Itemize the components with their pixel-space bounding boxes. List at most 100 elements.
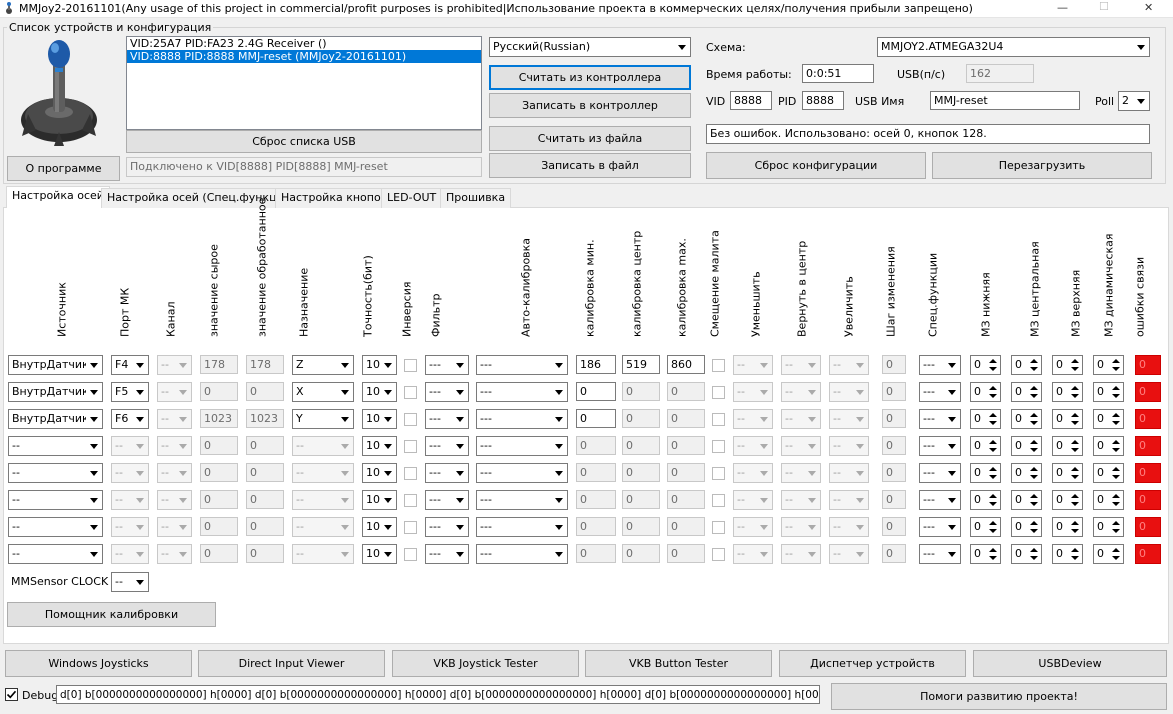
spinner-arrows-icon[interactable] bbox=[1069, 492, 1081, 508]
special-select[interactable]: --- bbox=[919, 355, 961, 375]
dz-center-spinner[interactable]: 0 bbox=[1011, 436, 1042, 456]
port-select[interactable]: F6 bbox=[111, 409, 149, 429]
offset-checkbox[interactable] bbox=[712, 386, 725, 399]
spinner-arrows-icon[interactable] bbox=[1069, 411, 1081, 427]
cal-center-field[interactable]: 0 bbox=[622, 382, 660, 401]
step-field[interactable]: 0 bbox=[882, 463, 906, 482]
dz-low-spinner[interactable]: 0 bbox=[970, 409, 1001, 429]
offset-checkbox[interactable] bbox=[712, 521, 725, 534]
source-select[interactable]: ВнутрДатчик bbox=[8, 355, 103, 375]
spinner-arrows-icon[interactable] bbox=[1028, 411, 1040, 427]
poll-select[interactable]: 2 bbox=[1118, 91, 1150, 111]
reset-usb-button[interactable]: Сброс списка USB bbox=[126, 130, 482, 153]
offset-checkbox[interactable] bbox=[712, 494, 725, 507]
dz-dynamic-spinner[interactable]: 0 bbox=[1093, 436, 1124, 456]
spinner-arrows-icon[interactable] bbox=[1069, 519, 1081, 535]
spinner-arrows-icon[interactable] bbox=[1110, 492, 1122, 508]
step-field[interactable]: 0 bbox=[882, 382, 906, 401]
autocal-select[interactable]: --- bbox=[476, 436, 568, 456]
help-project-button[interactable]: Помоги развитию проекта! bbox=[831, 683, 1167, 710]
bits-select[interactable]: 10 bbox=[362, 382, 397, 402]
spinner-arrows-icon[interactable] bbox=[987, 357, 999, 373]
write-controller-button[interactable]: Записать в контроллер bbox=[489, 93, 691, 118]
cal-max-field[interactable]: 0 bbox=[667, 490, 705, 509]
cal-min-field[interactable]: 0 bbox=[576, 463, 616, 482]
dz-center-spinner[interactable]: 0 bbox=[1011, 517, 1042, 537]
close-icon[interactable]: ✕ bbox=[1144, 1, 1153, 14]
decrease-select[interactable]: -- bbox=[733, 409, 773, 429]
spinner-arrows-icon[interactable] bbox=[987, 438, 999, 454]
center-select[interactable]: -- bbox=[781, 517, 821, 537]
bits-select[interactable]: 10 bbox=[362, 544, 397, 564]
assign-select[interactable]: Y bbox=[292, 409, 354, 429]
assign-select[interactable]: -- bbox=[292, 436, 354, 456]
cal-min-field[interactable]: 0 bbox=[576, 544, 616, 563]
autocal-select[interactable]: --- bbox=[476, 355, 568, 375]
invert-checkbox[interactable] bbox=[404, 440, 417, 453]
cal-max-field[interactable]: 0 bbox=[667, 463, 705, 482]
decrease-select[interactable]: -- bbox=[733, 436, 773, 456]
dz-high-spinner[interactable]: 0 bbox=[1052, 355, 1083, 375]
cal-max-field[interactable]: 0 bbox=[667, 436, 705, 455]
vkb-joystick-tester-button[interactable]: VKB Joystick Tester bbox=[392, 650, 579, 677]
assign-select[interactable]: -- bbox=[292, 463, 354, 483]
autocal-select[interactable]: --- bbox=[476, 463, 568, 483]
assign-select[interactable]: -- bbox=[292, 517, 354, 537]
bits-select[interactable]: 10 bbox=[362, 517, 397, 537]
invert-checkbox[interactable] bbox=[404, 359, 417, 372]
increase-select[interactable]: -- bbox=[829, 436, 869, 456]
spinner-arrows-icon[interactable] bbox=[987, 546, 999, 562]
filter-select[interactable]: --- bbox=[425, 517, 469, 537]
dz-high-spinner[interactable]: 0 bbox=[1052, 517, 1083, 537]
dz-dynamic-spinner[interactable]: 0 bbox=[1093, 517, 1124, 537]
tab-axes[interactable]: Настройка осей bbox=[6, 186, 110, 208]
source-select[interactable]: -- bbox=[8, 463, 103, 483]
device-manager-button[interactable]: Диспетчер устройств bbox=[779, 650, 966, 677]
channel-select[interactable]: -- bbox=[157, 409, 192, 429]
increase-select[interactable]: -- bbox=[829, 409, 869, 429]
port-select[interactable]: -- bbox=[111, 436, 149, 456]
dz-dynamic-spinner[interactable]: 0 bbox=[1093, 409, 1124, 429]
spinner-arrows-icon[interactable] bbox=[1028, 519, 1040, 535]
cal-min-field[interactable]: 186 bbox=[576, 355, 616, 374]
dz-dynamic-spinner[interactable]: 0 bbox=[1093, 463, 1124, 483]
usbdeview-button[interactable]: USBDeview bbox=[973, 650, 1167, 677]
dz-low-spinner[interactable]: 0 bbox=[970, 436, 1001, 456]
autocal-select[interactable]: --- bbox=[476, 517, 568, 537]
step-field[interactable]: 0 bbox=[882, 436, 906, 455]
channel-select[interactable]: -- bbox=[157, 517, 192, 537]
spinner-arrows-icon[interactable] bbox=[987, 465, 999, 481]
step-field[interactable]: 0 bbox=[882, 490, 906, 509]
center-select[interactable]: -- bbox=[781, 463, 821, 483]
channel-select[interactable]: -- bbox=[157, 382, 192, 402]
filter-select[interactable]: --- bbox=[425, 463, 469, 483]
spinner-arrows-icon[interactable] bbox=[987, 519, 999, 535]
special-select[interactable]: --- bbox=[919, 382, 961, 402]
spinner-arrows-icon[interactable] bbox=[1069, 438, 1081, 454]
assign-select[interactable]: X bbox=[292, 382, 354, 402]
special-select[interactable]: --- bbox=[919, 409, 961, 429]
spinner-arrows-icon[interactable] bbox=[1110, 519, 1122, 535]
port-select[interactable]: -- bbox=[111, 490, 149, 510]
tab-axes-special[interactable]: Настройка осей (Спец.функции) bbox=[101, 188, 302, 208]
source-select[interactable]: -- bbox=[8, 544, 103, 564]
cal-min-field[interactable]: 0 bbox=[576, 517, 616, 536]
source-select[interactable]: -- bbox=[8, 517, 103, 537]
decrease-select[interactable]: -- bbox=[733, 355, 773, 375]
port-select[interactable]: F4 bbox=[111, 355, 149, 375]
cal-min-field[interactable]: 0 bbox=[576, 382, 616, 401]
spinner-arrows-icon[interactable] bbox=[987, 384, 999, 400]
filter-select[interactable]: --- bbox=[425, 355, 469, 375]
cal-min-field[interactable]: 0 bbox=[576, 490, 616, 509]
spinner-arrows-icon[interactable] bbox=[987, 411, 999, 427]
invert-checkbox[interactable] bbox=[404, 386, 417, 399]
windows-joysticks-button[interactable]: Windows Joysticks bbox=[5, 650, 192, 677]
spinner-arrows-icon[interactable] bbox=[1069, 357, 1081, 373]
dz-low-spinner[interactable]: 0 bbox=[970, 544, 1001, 564]
offset-checkbox[interactable] bbox=[712, 467, 725, 480]
cal-max-field[interactable]: 860 bbox=[667, 355, 705, 374]
device-list[interactable]: VID:25A7 PID:FA23 2.4G Receiver () VID:8… bbox=[126, 36, 482, 130]
spinner-arrows-icon[interactable] bbox=[1028, 465, 1040, 481]
invert-checkbox[interactable] bbox=[404, 521, 417, 534]
spinner-arrows-icon[interactable] bbox=[1028, 384, 1040, 400]
